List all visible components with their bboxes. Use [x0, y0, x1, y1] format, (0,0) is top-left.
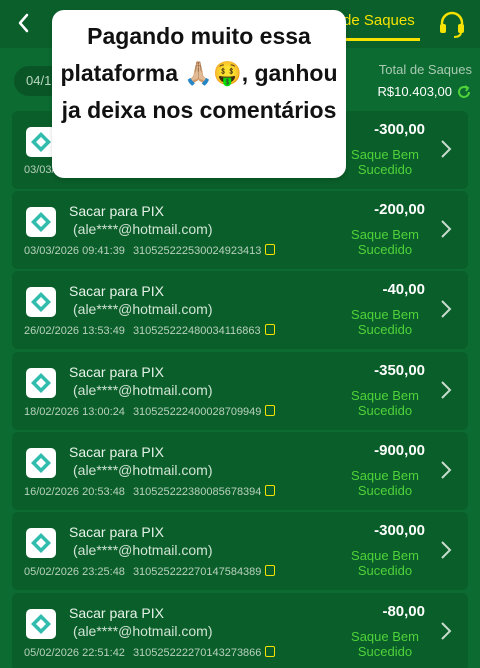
copy-icon[interactable] [265, 565, 276, 576]
withdrawal-status: Saque Bem Sucedido [351, 227, 419, 257]
withdrawal-title: Sacar para PIX [69, 203, 164, 219]
pix-icon [26, 287, 56, 317]
withdrawal-meta: 26/02/2026 13:53:49 310525222480034116863 [24, 324, 275, 337]
withdrawal-date: 26/02/2026 13:53:49 [24, 325, 125, 337]
withdrawal-item[interactable]: Sacar para PIX (ale****@hotmail.com) 05/… [12, 512, 468, 590]
withdrawal-email: (ale****@hotmail.com) [73, 221, 213, 237]
withdrawal-title: Sacar para PIX [69, 524, 164, 540]
withdrawal-id: 310525222480034116863 [132, 325, 261, 337]
withdrawal-email: (ale****@hotmail.com) [73, 542, 213, 558]
withdrawal-meta: 05/02/2026 22:51:42 310525222270143273866 [24, 646, 276, 659]
withdrawal-date: 18/02/2026 13:00:24 [24, 406, 125, 418]
withdrawal-status: Saque Bem Sucedido [351, 147, 419, 177]
pix-icon [26, 528, 56, 558]
chevron-left-icon[interactable] [12, 10, 36, 36]
withdrawal-title: Sacar para PIX [69, 283, 164, 299]
withdrawal-id: 310525222380085678394 [132, 486, 262, 498]
copy-icon[interactable] [265, 646, 276, 657]
withdrawal-meta: 05/02/2026 23:25:48 310525222270147584389 [24, 565, 276, 578]
withdrawal-amount: -40,00 [382, 281, 425, 298]
tab-saques[interactable]: de Saques [343, 12, 415, 29]
withdrawal-email: (ale****@hotmail.com) [73, 623, 213, 639]
withdrawal-date: 05/02/2026 22:51:42 [24, 647, 125, 659]
chevron-right-icon [438, 538, 454, 562]
withdrawal-date: 16/02/2026 20:53:48 [24, 486, 125, 498]
total-value: R$10.403,00 [377, 84, 452, 99]
withdrawal-meta: 03/03/2026 09:41:39 310525222530024923413 [24, 244, 276, 257]
pix-icon [26, 609, 56, 639]
withdrawal-amount: -900,00 [374, 442, 425, 459]
withdrawal-email: (ale****@hotmail.com) [73, 462, 213, 478]
chevron-right-icon [438, 217, 454, 241]
withdrawal-id: 310525222270147584389 [132, 566, 262, 578]
withdrawal-item[interactable]: Sacar para PIX (ale****@hotmail.com) 26/… [12, 271, 468, 349]
withdrawal-id: 310525222530024923413 [132, 245, 262, 257]
caption-text: Pagando muito essa plataforma 🙏🏼🤑, ganho… [60, 23, 338, 123]
chevron-right-icon [438, 137, 454, 161]
withdrawal-meta: 18/02/2026 13:00:24 310525222400028709949 [24, 405, 276, 418]
pix-icon [26, 207, 56, 237]
copy-icon[interactable] [265, 485, 276, 496]
chevron-right-icon [438, 458, 454, 482]
tab-active-indicator [340, 38, 420, 41]
withdrawal-email: (ale****@hotmail.com) [73, 382, 213, 398]
withdrawal-status: Saque Bem Sucedido [351, 548, 419, 578]
withdrawal-amount: -80,00 [382, 603, 425, 620]
withdrawal-amount: -350,00 [374, 362, 425, 379]
chevron-right-icon [438, 297, 454, 321]
withdrawal-status: Saque Bem Sucedido [351, 468, 419, 498]
headset-icon[interactable] [436, 8, 468, 40]
copy-icon[interactable] [264, 324, 275, 335]
withdrawal-item[interactable]: Sacar para PIX (ale****@hotmail.com) 18/… [12, 352, 468, 430]
withdrawal-title: Sacar para PIX [69, 444, 164, 460]
chevron-right-icon [438, 378, 454, 402]
withdrawal-id: 310525222400028709949 [132, 406, 262, 418]
copy-icon[interactable] [265, 405, 276, 416]
withdrawal-date: 03/03/2026 09:41:39 [24, 245, 125, 257]
pix-icon [26, 448, 56, 478]
withdrawal-item[interactable]: Sacar para PIX (ale****@hotmail.com) 16/… [12, 432, 468, 510]
withdrawal-status: Saque Bem Sucedido [351, 307, 419, 337]
withdrawal-date: 05/02/2026 23:25:48 [24, 566, 125, 578]
refresh-icon[interactable] [456, 84, 472, 100]
withdrawal-status: Saque Bem Sucedido [351, 629, 419, 659]
total-label: Total de Saques [378, 62, 472, 77]
withdrawal-title: Sacar para PIX [69, 364, 164, 380]
withdrawal-item[interactable]: Sacar para PIX (ale****@hotmail.com) 03/… [12, 191, 468, 269]
withdrawal-amount: -200,00 [374, 201, 425, 218]
withdrawal-amount: -300,00 [374, 121, 425, 138]
pix-icon [26, 368, 56, 398]
copy-icon[interactable] [265, 244, 276, 255]
withdrawal-id: 310525222270143273866 [132, 647, 262, 659]
withdrawal-item[interactable]: Sacar para PIX (ale****@hotmail.com) 05/… [12, 593, 468, 668]
withdrawal-email: (ale****@hotmail.com) [73, 301, 213, 317]
withdrawal-meta: 16/02/2026 20:53:48 310525222380085678394 [24, 485, 276, 498]
chevron-right-icon [438, 619, 454, 643]
withdrawal-status: Saque Bem Sucedido [351, 388, 419, 418]
withdrawal-title: Sacar para PIX [69, 605, 164, 621]
withdrawal-amount: -300,00 [374, 522, 425, 539]
caption-overlay: Pagando muito essa plataforma 🙏🏼🤑, ganho… [52, 10, 346, 178]
